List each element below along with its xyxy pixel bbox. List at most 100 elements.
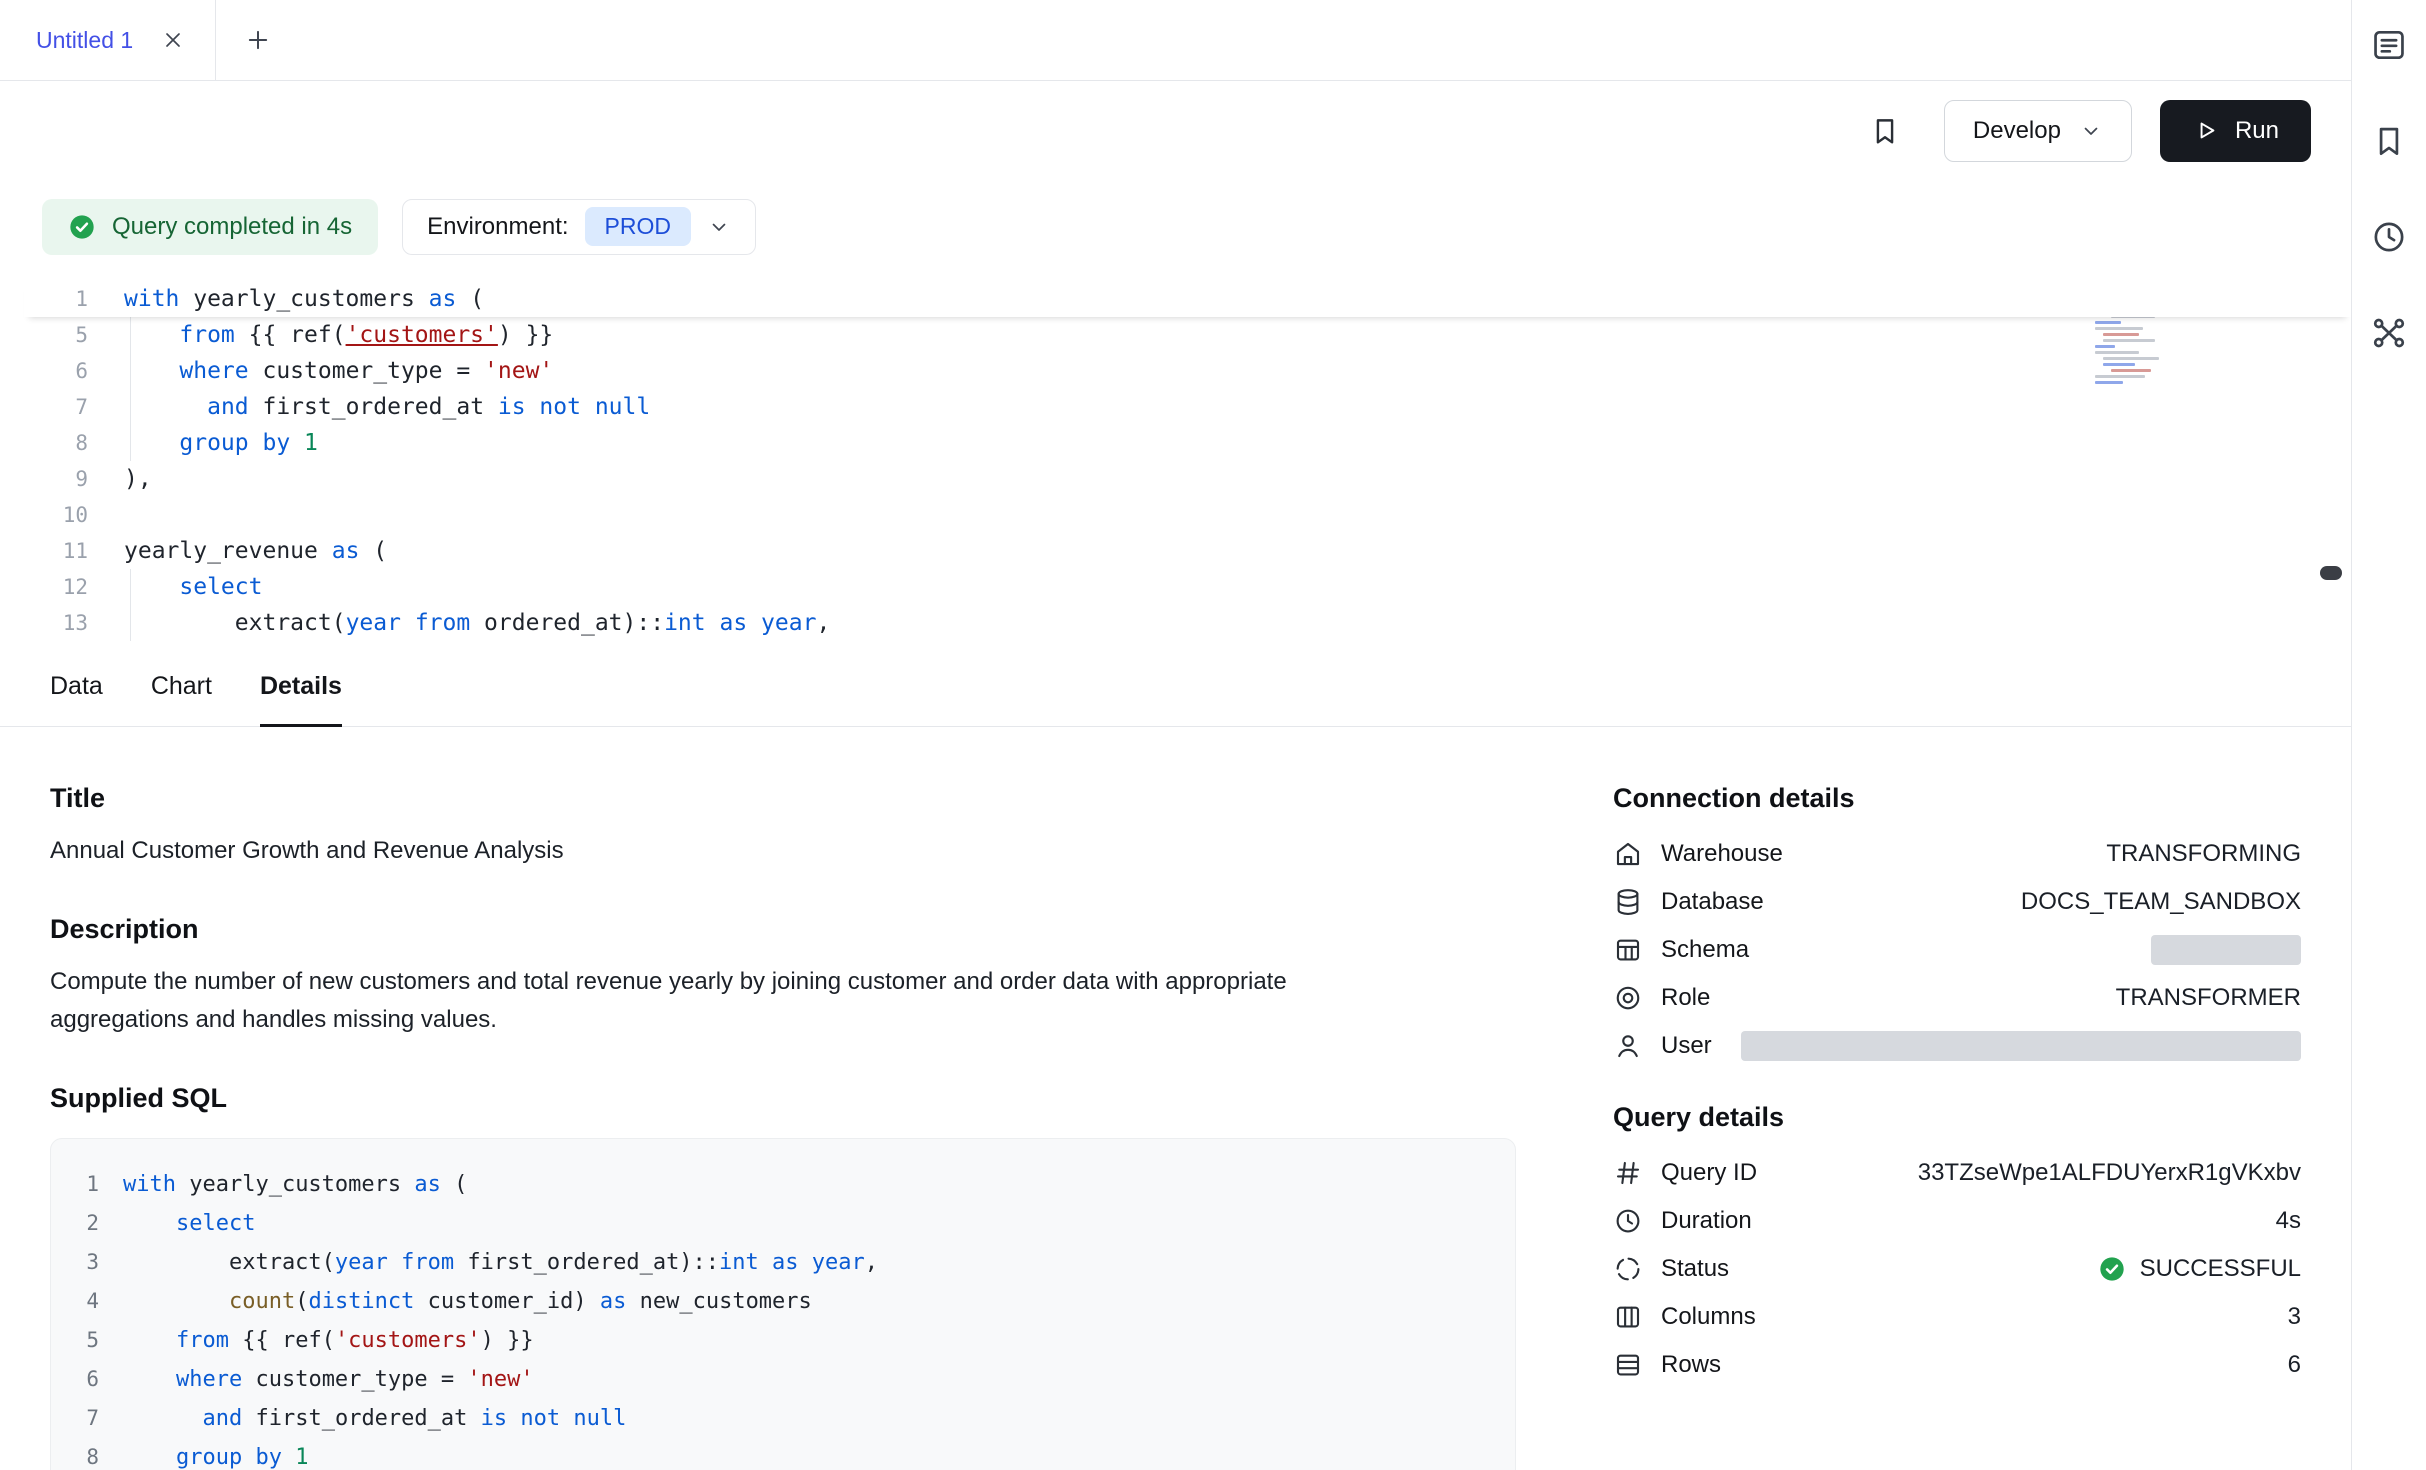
run-button[interactable]: Run [2160, 100, 2311, 162]
bookmark-icon[interactable] [1868, 114, 1902, 148]
supplied-sql-block: 1with yearly_customers as (2 select3 ext… [50, 1138, 1516, 1470]
lineage-icon[interactable] [2370, 314, 2408, 352]
line-number: 3 [51, 1243, 123, 1282]
line-number: 9 [24, 461, 124, 497]
bookmark-icon[interactable] [2370, 122, 2408, 160]
code-text: from {{ ref('customers') }} [124, 317, 553, 353]
redacted-value [1741, 1031, 2301, 1061]
tab-label: Untitled 1 [36, 27, 133, 54]
detail-value: DOCS_TEAM_SANDBOX [2021, 888, 2301, 916]
code-line: 2 select [51, 1204, 1485, 1243]
code-line: 4 count(distinct customer_id) as new_cus… [51, 1282, 1485, 1321]
code-text: with yearly_customers as ( [123, 1165, 467, 1204]
environment-selector[interactable]: Environment: PROD [402, 199, 756, 255]
detail-row: WarehouseTRANSFORMING [1613, 830, 2301, 878]
code-line: 7 and first_ordered_at is not null [51, 1399, 1485, 1438]
code-text: group by 1 [123, 1438, 308, 1470]
list-icon[interactable] [2370, 26, 2408, 64]
supplied-sql-heading: Supplied SQL [50, 1083, 1516, 1114]
scrollbar-thumb[interactable] [2320, 566, 2342, 580]
title-heading: Title [50, 783, 1516, 814]
code-text: extract(year from ordered_at)::int as ye… [124, 605, 830, 641]
code-line: 11yearly_revenue as ( [24, 533, 2351, 569]
detail-label: Duration [1661, 1207, 1752, 1235]
duration-icon [1613, 1206, 1643, 1236]
code-text: with yearly_customers as ( [124, 281, 484, 317]
detail-row: Columns 3 [1613, 1293, 2301, 1341]
check-circle-icon [2098, 1255, 2126, 1283]
code-text: select [124, 569, 262, 605]
query-details-heading: Query details [1613, 1102, 2301, 1133]
code-text: from {{ ref('customers') }} [123, 1321, 534, 1360]
detail-value: 4s [2276, 1207, 2301, 1235]
environment-value-badge: PROD [585, 207, 691, 246]
code-line: 6 where customer_type = 'new' [24, 353, 2351, 389]
details-right-column: Connection details WarehouseTRANSFORMING… [1613, 783, 2301, 1470]
check-circle-icon [68, 213, 96, 241]
tab-chart[interactable]: Chart [151, 647, 212, 726]
columns-icon [1613, 1302, 1643, 1332]
code-line: 1with yearly_customers as ( [24, 281, 2351, 317]
detail-label: Columns [1661, 1303, 1756, 1331]
detail-label: User [1661, 1032, 1712, 1060]
line-number: 1 [24, 281, 124, 317]
code-text: select [123, 1204, 255, 1243]
editor-toolbar: Develop Run [0, 81, 2351, 180]
develop-button[interactable]: Develop [1944, 100, 2132, 162]
code-line: 7 and first_ordered_at is not null [24, 389, 2351, 425]
detail-label: Query ID [1661, 1159, 1757, 1187]
code-text: count(distinct customer_id) as new_custo… [123, 1282, 812, 1321]
detail-row: RoleTRANSFORMER [1613, 974, 2301, 1022]
sql-editor[interactable]: 1with yearly_customers as (5 from {{ ref… [0, 273, 2351, 647]
description-value: Compute the number of new customers and … [50, 963, 1410, 1039]
detail-label: Schema [1661, 936, 1749, 964]
line-number: 12 [24, 569, 124, 605]
detail-value: 3 [2288, 1303, 2301, 1331]
query-details-rows: Query ID33TZseWpe1ALFDUYerxR1gVKxbvDurat… [1613, 1149, 2301, 1389]
environment-label: Environment: [427, 213, 568, 241]
code-text: and first_ordered_at is not null [123, 1399, 626, 1438]
new-tab-button[interactable] [216, 0, 300, 80]
code-text: extract(year from first_ordered_at)::int… [123, 1243, 878, 1282]
details-left-column: Title Annual Customer Growth and Revenue… [50, 783, 1516, 1470]
schema-icon [1613, 935, 1643, 965]
query-status-text: Query completed in 4s [112, 213, 352, 241]
code-line: 8 group by 1 [24, 425, 2351, 461]
detail-row: Duration 4s [1613, 1197, 2301, 1245]
code-text: and first_ordered_at is not null [124, 389, 650, 425]
detail-label: Database [1661, 888, 1764, 916]
code-text: where customer_type = 'new' [124, 353, 553, 389]
line-number: 5 [24, 317, 124, 353]
close-icon[interactable] [161, 28, 185, 52]
detail-row: User [1613, 1022, 2301, 1070]
hash-icon [1613, 1158, 1643, 1188]
line-number: 13 [24, 605, 124, 641]
detail-row: Database DOCS_TEAM_SANDBOX [1613, 878, 2301, 926]
history-icon[interactable] [2370, 218, 2408, 256]
database-icon [1613, 887, 1643, 917]
detail-value: TRANSFORMING [2106, 840, 2301, 868]
tab-details[interactable]: Details [260, 647, 342, 726]
play-icon [2192, 117, 2219, 144]
redacted-value [2151, 935, 2301, 965]
chevron-down-icon [2079, 119, 2103, 143]
detail-label: Rows [1661, 1351, 1721, 1379]
detail-row: Query ID33TZseWpe1ALFDUYerxR1gVKxbv [1613, 1149, 2301, 1197]
line-number: 8 [24, 425, 124, 461]
line-number: 6 [51, 1360, 123, 1399]
tab-untitled-1[interactable]: Untitled 1 [0, 0, 216, 80]
code-line: 1with yearly_customers as ( [51, 1165, 1485, 1204]
code-text: group by 1 [124, 425, 318, 461]
tab-data[interactable]: Data [50, 647, 103, 726]
line-number: 7 [24, 389, 124, 425]
description-heading: Description [50, 914, 1516, 945]
code-line: 9), [24, 461, 2351, 497]
results-tabbar: Data Chart Details [0, 647, 2351, 727]
editor-code: 1with yearly_customers as (5 from {{ ref… [24, 281, 2351, 641]
line-number: 1 [51, 1165, 123, 1204]
detail-value: SUCCESSFUL [2098, 1255, 2301, 1283]
connection-details-heading: Connection details [1613, 783, 2301, 814]
code-line: 5 from {{ ref('customers') }} [51, 1321, 1485, 1360]
detail-value [1741, 1031, 2301, 1061]
code-line: 6 where customer_type = 'new' [51, 1360, 1485, 1399]
